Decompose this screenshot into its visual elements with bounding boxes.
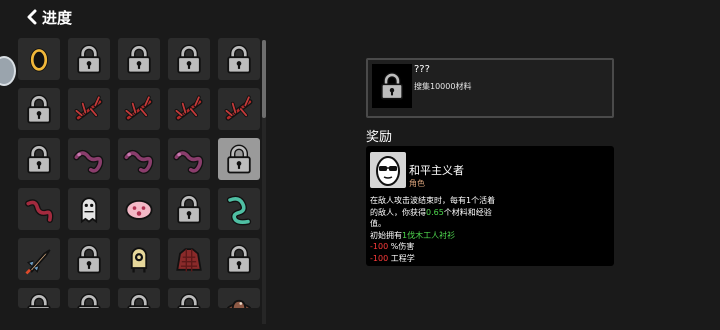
selected-item-description: 搜集10000材料	[414, 82, 472, 91]
brown-hat-icon	[221, 290, 257, 308]
grid-cell[interactable]	[168, 288, 210, 308]
grid-cell[interactable]	[118, 238, 160, 280]
lock-icon	[71, 241, 107, 277]
grid-cell[interactable]	[218, 288, 260, 308]
grid-cell[interactable]	[68, 288, 110, 308]
lock-icon	[221, 241, 257, 277]
header: 进度	[26, 4, 72, 30]
egg-icon	[21, 41, 57, 77]
lock-icon	[171, 41, 207, 77]
grid-cell[interactable]	[68, 38, 110, 80]
grid-cell[interactable]	[218, 88, 260, 130]
reward-material-value: 0.65	[426, 207, 444, 217]
purple-worm-icon	[121, 141, 157, 177]
grid-cell[interactable]	[18, 288, 60, 308]
grid-cell[interactable]	[218, 138, 260, 180]
ghost-creature-icon	[71, 191, 107, 227]
selected-item-card: ??? 搜集10000材料	[366, 58, 614, 118]
reward-line-4: 初始拥有1伐木工人衬衫	[370, 230, 456, 240]
lock-icon	[121, 41, 157, 77]
reward-character-name: 和平主义者	[409, 164, 464, 177]
lock-icon	[221, 141, 257, 177]
reward-starting-item: 1伐木工人衬衫	[402, 230, 456, 240]
grid-cell[interactable]	[68, 138, 110, 180]
scrollbar-thumb[interactable]	[262, 40, 266, 118]
reward-heading: 奖励	[366, 130, 393, 145]
grid-cell[interactable]	[118, 188, 160, 230]
page-title: 进度	[42, 8, 73, 27]
selected-item-name: ???	[414, 64, 430, 75]
reward-type-tag: 角色	[409, 179, 425, 188]
grid-cell[interactable]	[68, 238, 110, 280]
grid-cell[interactable]	[18, 138, 60, 180]
lock-icon	[121, 290, 157, 308]
pink-blob-icon	[121, 191, 157, 227]
grid-cell[interactable]	[68, 188, 110, 230]
bell-creature-icon	[121, 241, 157, 277]
red-branch-icon	[121, 91, 157, 127]
red-branch-icon	[71, 91, 107, 127]
reward-stat-damage: -100 %伤害	[370, 242, 415, 251]
grid-cell[interactable]	[118, 88, 160, 130]
lock-icon	[171, 191, 207, 227]
grid-cell[interactable]	[168, 88, 210, 130]
sunglasses-egg-icon	[370, 152, 406, 188]
lock-icon	[171, 290, 207, 308]
grid-cell[interactable]	[168, 238, 210, 280]
grid-cell[interactable]	[168, 138, 210, 180]
lock-icon	[21, 141, 57, 177]
red-worm-icon	[21, 191, 57, 227]
grid-cell[interactable]	[18, 188, 60, 230]
grid-cell[interactable]	[218, 38, 260, 80]
reward-stat-engineering: -100 工程学	[370, 253, 415, 263]
reward-description: 在敌人攻击波结束时，每有1个活着 的敌人，你获得0.65个材料和经验 值。 初始…	[370, 195, 610, 264]
reward-line-3: 值。	[370, 219, 386, 228]
purple-worm-icon	[71, 141, 107, 177]
red-coat-icon	[171, 241, 207, 277]
grid-cell[interactable]	[218, 188, 260, 230]
lock-icon	[71, 41, 107, 77]
purple-worm-icon	[171, 141, 207, 177]
grid-cell[interactable]	[118, 138, 160, 180]
reward-line-2: 的敌人，你获得0.65个材料和经验	[370, 207, 492, 217]
reward-card: 和平主义者 角色 在敌人攻击波结束时，每有1个活着 的敌人，你获得0.65个材料…	[366, 146, 614, 266]
grid-cell[interactable]	[18, 238, 60, 280]
reward-line-1: 在敌人攻击波结束时，每有1个活着	[370, 196, 496, 205]
lock-icon	[21, 290, 57, 308]
grid-cell[interactable]	[18, 88, 60, 130]
grid-cell[interactable]	[18, 38, 60, 80]
grid-cell[interactable]	[118, 38, 160, 80]
red-branch-icon	[171, 91, 207, 127]
grid-cell[interactable]	[168, 38, 210, 80]
grid-cell[interactable]	[218, 238, 260, 280]
red-branch-icon	[221, 91, 257, 127]
rocket-icon	[21, 241, 57, 277]
progress-grid	[18, 38, 260, 330]
lock-icon	[21, 91, 57, 127]
teal-swirl-icon	[221, 191, 257, 227]
side-avatar-bubble[interactable]	[0, 56, 16, 86]
back-chevron-icon[interactable]	[26, 9, 38, 25]
lock-icon	[71, 290, 107, 308]
grid-cell[interactable]	[168, 188, 210, 230]
lock-icon	[372, 64, 412, 108]
lock-icon	[221, 41, 257, 77]
grid-cell[interactable]	[118, 288, 160, 308]
grid-cell[interactable]	[68, 88, 110, 130]
